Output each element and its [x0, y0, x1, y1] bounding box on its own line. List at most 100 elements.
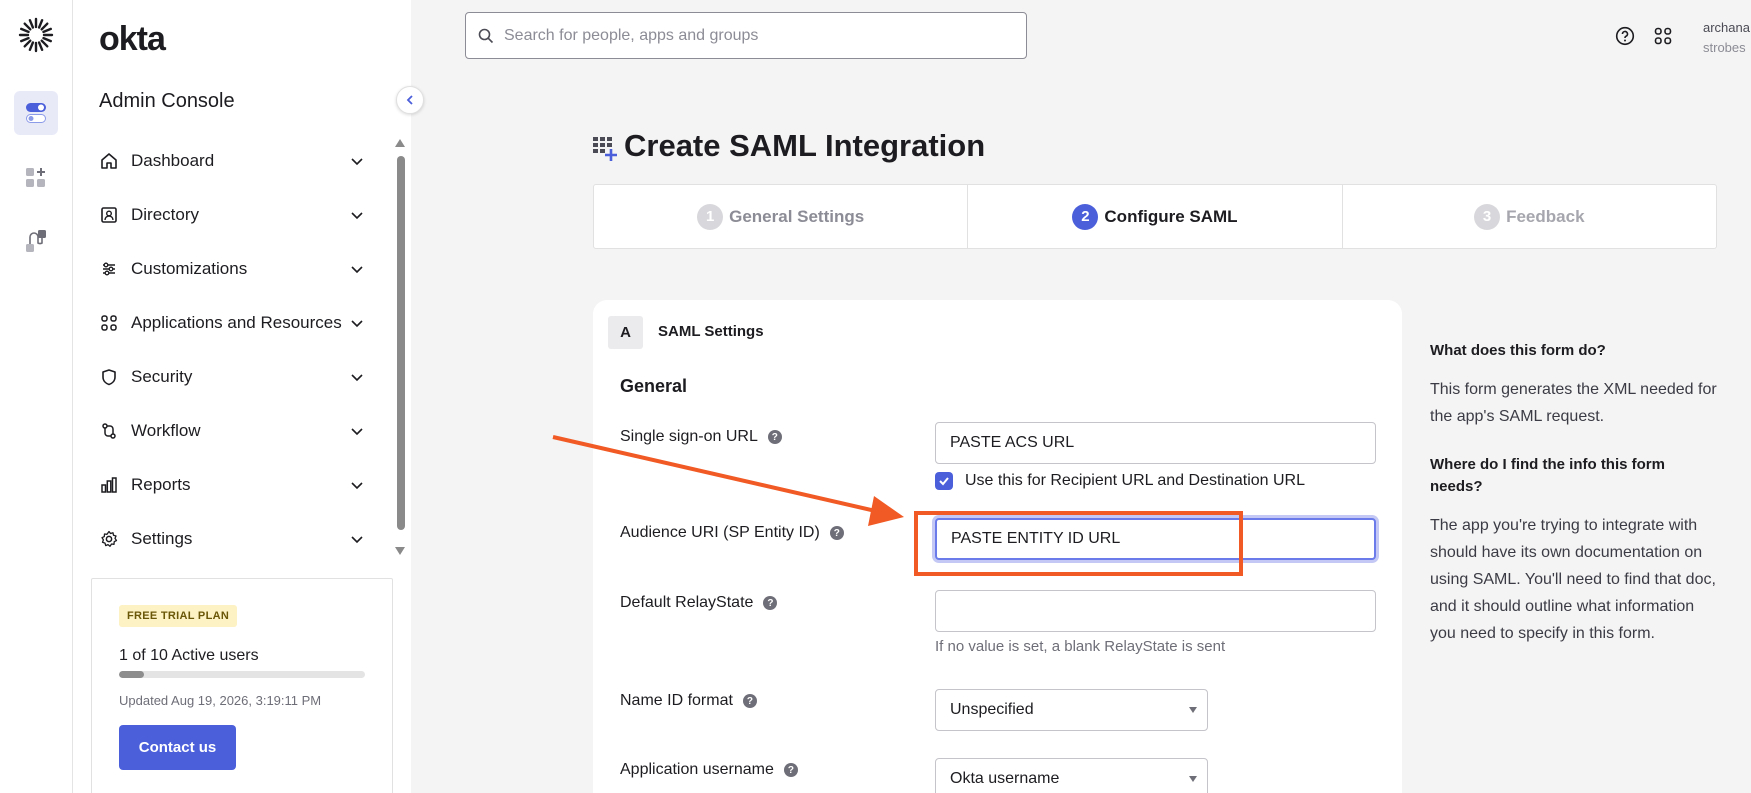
integrations-rail-button[interactable] [14, 219, 58, 263]
help-icon [1615, 26, 1635, 46]
trial-plan-badge: FREE TRIAL PLAN [119, 605, 238, 627]
step-label: Configure SAML [1104, 206, 1238, 226]
shield-icon [99, 367, 119, 387]
chevron-left-icon [406, 95, 413, 105]
active-users-count: 1 of 10 Active users [119, 647, 259, 664]
app-switcher-button[interactable] [1652, 25, 1674, 47]
relay-state-label: Default RelayState ? [620, 594, 778, 612]
active-users-progress [119, 671, 365, 678]
workflow-icon [99, 421, 119, 441]
sso-url-label-text: Single sign-on URL [620, 428, 758, 445]
check-icon [939, 477, 949, 486]
integration-icon [26, 230, 46, 252]
recipient-url-checkbox[interactable] [935, 472, 953, 490]
step-configure-saml[interactable]: 2 Configure SAML [968, 185, 1343, 248]
sidebar-item-applications[interactable]: Applications and Resources [73, 296, 373, 350]
chevron-down-icon[interactable] [349, 207, 365, 223]
caret-down-icon [1189, 776, 1197, 782]
global-search[interactable] [465, 12, 1027, 59]
okta-logo[interactable]: okta [99, 20, 166, 59]
wizard-stepper: 1 General Settings 2 Configure SAML 3 Fe… [593, 184, 1717, 249]
sidebar-item-label: Security [131, 367, 193, 386]
name-id-format-label: Name ID format ? [620, 692, 757, 710]
sidebar-item-directory[interactable]: Directory [73, 188, 373, 242]
trial-plan-card: FREE TRIAL PLAN 1 of 10 Active users Upd… [91, 578, 393, 793]
section-title: SAML Settings [658, 323, 764, 340]
app-rail [0, 0, 73, 793]
directory-icon [99, 205, 119, 225]
step-label: General Settings [729, 206, 865, 226]
help-icon[interactable]: ? [767, 430, 782, 444]
search-input[interactable] [504, 26, 984, 45]
sidebar-scrollbar-thumb[interactable] [397, 156, 405, 530]
add-apps-icon [26, 168, 45, 187]
chevron-down-icon[interactable] [349, 369, 365, 385]
admin-toggle-button[interactable] [14, 91, 58, 135]
sidebar-item-security[interactable]: Security [73, 350, 373, 404]
sso-url-label: Single sign-on URL ? [620, 428, 782, 446]
user-menu[interactable]: archana strobes [1703, 18, 1750, 58]
help-answer: The app you're trying to integrate with … [1430, 517, 1716, 642]
annotation-highlight-box [914, 511, 1243, 576]
search-icon [478, 28, 494, 43]
recipient-url-checkbox-row[interactable]: Use this for Recipient URL and Destinati… [935, 472, 1305, 490]
help-question: What does this form do? [1430, 342, 1606, 359]
updated-timestamp: Updated Aug 19, 2026, 3:19:11 PM [119, 693, 322, 708]
sidebar-item-settings[interactable]: Settings [73, 512, 373, 566]
chevron-down-icon[interactable] [349, 531, 365, 547]
chevron-down-icon[interactable] [349, 423, 365, 439]
sidebar-item-label: Directory [131, 205, 200, 224]
step-feedback[interactable]: 3 Feedback [1343, 185, 1716, 248]
help-button[interactable] [1614, 25, 1636, 47]
sidebar-item-label: Customizations [131, 259, 248, 278]
sso-url-input[interactable]: PASTE ACS URL [935, 422, 1376, 464]
step-label: Feedback [1506, 206, 1585, 226]
step-number: 2 [1072, 203, 1099, 230]
chevron-down-icon[interactable] [349, 477, 365, 493]
chevron-down-icon[interactable] [349, 315, 365, 331]
okta-sunburst-icon [18, 17, 54, 53]
app-username-label: Application username ? [620, 761, 798, 779]
sidebar-nav: Dashboard Directory Customizations Appli… [73, 134, 373, 566]
help-icon[interactable]: ? [742, 694, 757, 708]
name-id-format-select[interactable]: Unspecified [935, 689, 1208, 731]
sidebar-item-dashboard[interactable]: Dashboard [73, 134, 373, 188]
step-general-settings[interactable]: 1 General Settings [594, 185, 969, 248]
collapse-sidebar-button[interactable] [396, 86, 424, 114]
help-icon[interactable]: ? [763, 596, 778, 610]
add-apps-rail-button[interactable] [14, 156, 58, 200]
sidebar-item-label: Reports [131, 475, 191, 494]
group-title: General [620, 376, 688, 396]
grid-icon [1654, 27, 1672, 45]
gear-icon [99, 529, 119, 549]
bar-chart-icon [99, 475, 119, 495]
apps-add-icon [593, 137, 617, 161]
help-aside: What does this form do? This form genera… [1430, 340, 1720, 671]
chevron-down-icon[interactable] [349, 261, 365, 277]
contact-us-button[interactable]: Contact us [119, 725, 236, 770]
user-org: strobes [1703, 40, 1746, 55]
user-name: archana [1703, 20, 1750, 35]
grid-icon [99, 313, 119, 333]
step-number: 1 [697, 203, 724, 230]
app-username-value: Okta username [950, 770, 1060, 787]
sidebar-item-workflow[interactable]: Workflow [73, 404, 373, 458]
sidebar: okta Admin Console Dashboard Directory C… [73, 0, 411, 793]
relay-state-input[interactable] [935, 590, 1376, 632]
section-letter: A [608, 316, 643, 349]
sidebar-item-label: Dashboard [131, 151, 215, 170]
sidebar-item-reports[interactable]: Reports [73, 458, 373, 512]
chevron-down-icon[interactable] [349, 153, 365, 169]
sidebar-item-label: Workflow [131, 421, 201, 440]
audience-uri-label-text: Audience URI (SP Entity ID) [620, 524, 820, 541]
help-answer: This form generates the XML needed for t… [1430, 381, 1717, 425]
sidebar-item-label: Applications and Resources [131, 313, 342, 332]
help-icon[interactable]: ? [829, 526, 844, 540]
sidebar-item-customizations[interactable]: Customizations [73, 242, 373, 296]
help-icon[interactable]: ? [783, 763, 798, 777]
app-username-select[interactable]: Okta username [935, 758, 1208, 793]
sliders-icon [99, 259, 119, 279]
audience-uri-label: Audience URI (SP Entity ID) ? [620, 524, 844, 542]
name-id-format-value: Unspecified [950, 701, 1034, 718]
toggle-icon [26, 103, 46, 123]
